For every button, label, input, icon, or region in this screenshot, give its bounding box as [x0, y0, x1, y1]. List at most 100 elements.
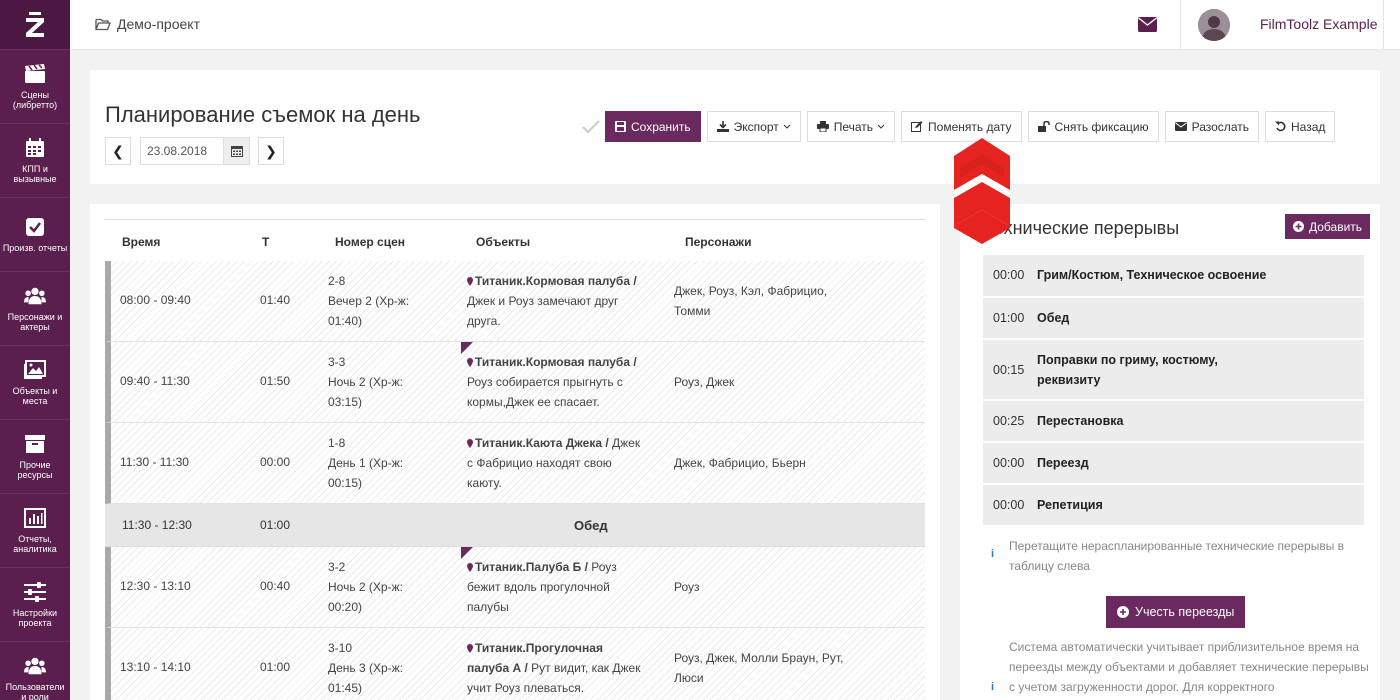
break-name: Грим/Костюм, Техническое освоение — [1037, 268, 1267, 282]
break-time: 00:00 — [993, 498, 1025, 512]
unlock-icon — [1037, 121, 1050, 132]
image-icon — [24, 359, 46, 381]
sidebar-item-analytics[interactable]: Отчеты, аналитика — [0, 494, 70, 568]
back-button[interactable]: Назад — [1264, 111, 1336, 142]
mail-icon[interactable] — [1138, 17, 1157, 35]
row-scene: 3-10 День 3 (Хр-ж: 01:45) — [328, 641, 404, 695]
row-time: 11:30 - 11:30 — [120, 455, 189, 469]
calendar-icon[interactable] — [223, 138, 249, 164]
page-title: Планирование съемок на день — [105, 102, 421, 127]
sidebar-item-kpp[interactable]: КПП и вызывные — [0, 124, 70, 198]
lunch-time: 11:30 - 12:30 — [122, 518, 192, 532]
break-name: Поправки по гриму, костюму, реквизиту — [1037, 353, 1218, 387]
download-icon — [716, 121, 729, 132]
avatar[interactable] — [1198, 9, 1230, 41]
table-row[interactable]: 09:40 - 11:30 01:50 3-3 Ночь 2 (Хр-ж: 03… — [105, 342, 925, 423]
undo-icon — [1274, 121, 1286, 132]
folder-open-icon — [95, 18, 111, 30]
row-object: Титаник.Кормовая палуба / Джек и Роуз за… — [467, 274, 637, 328]
next-day-button[interactable]: ❯ — [258, 137, 284, 165]
map-marker-icon — [467, 644, 473, 653]
sidebar-item-label: Сцены (либретто) — [12, 90, 58, 110]
date-navigator: ❮ 23.08.2018 ❯ — [105, 137, 284, 165]
sidebar-item-scenes[interactable]: Сцены (либретто) — [0, 50, 70, 124]
lunch-duration: 01:00 — [260, 518, 291, 532]
save-button[interactable]: Сохранить — [605, 111, 701, 142]
print-button[interactable]: Печать — [806, 111, 896, 142]
row-object: Титаник.Прогулочная палуба А / Рут видит… — [467, 641, 641, 695]
date-value: 23.08.2018 — [147, 144, 208, 158]
check-icon — [580, 119, 602, 134]
info-icon: i — [991, 681, 995, 693]
sidebar-item-label: Пользователи и роли — [5, 682, 65, 700]
checkbox-icon — [24, 216, 46, 238]
column-header: Объекты — [476, 235, 531, 249]
export-button[interactable]: Экспорт — [706, 111, 801, 142]
row-time: 09:40 - 11:30 — [120, 374, 190, 388]
send-button[interactable]: Разослать — [1164, 111, 1259, 142]
map-marker-icon — [467, 439, 473, 448]
prev-day-button[interactable]: ❮ — [105, 137, 131, 165]
archive-icon — [24, 433, 46, 455]
logo[interactable] — [0, 0, 70, 50]
lunch-row[interactable]: 11:30 - 12:30 01:00 Обед — [105, 504, 925, 547]
table-row[interactable]: 11:30 - 11:30 00:00 1-8 День 1 (Хр-ж: 00… — [105, 423, 925, 504]
table-row[interactable]: 08:00 - 09:40 01:40 2-8 Вечер 2 (Хр-ж: 0… — [105, 261, 925, 342]
row-time: 08:00 - 09:40 — [120, 293, 191, 307]
sidebar-item-label: Объекты и места — [12, 386, 58, 406]
break-item[interactable]: 01:00 Обед — [983, 298, 1364, 340]
row-duration: 01:40 — [260, 293, 291, 307]
sidebar-item-reports[interactable]: Произв. отчеты — [0, 198, 70, 272]
break-time: 00:00 — [993, 456, 1025, 470]
row-duration: 01:00 — [260, 660, 291, 674]
lunch-label: Обед — [574, 518, 608, 533]
map-marker-icon — [467, 358, 473, 367]
sidebar-item-label: Произв. отчеты — [2, 243, 68, 253]
sidebar: Сцены (либретто) КПП и вызывные Произв. … — [0, 0, 70, 700]
table-row[interactable]: 13:10 - 14:10 01:00 3-10 День 3 (Хр-ж: 0… — [105, 628, 925, 700]
tech-breaks-card: Технические перерывы Добавить 00:00 Грим… — [960, 204, 1380, 700]
sidebar-item-resources[interactable]: Прочие ресурсы — [0, 420, 70, 494]
unfix-button[interactable]: Снять фиксацию — [1027, 111, 1159, 142]
sidebar-item-characters[interactable]: Персонажи и актеры — [0, 272, 70, 346]
plus-circle-icon — [1117, 606, 1129, 618]
break-item[interactable]: 00:00 Репетиция — [983, 485, 1364, 527]
row-time: 13:10 - 14:10 — [120, 660, 191, 674]
add-break-button[interactable]: Добавить — [1285, 214, 1371, 239]
project-name: Демо-проект — [117, 16, 200, 32]
row-object: Титаник.Палуба Б / Роуз бежит вдоль прог… — [467, 560, 617, 614]
row-scene: 2-8 Вечер 2 (Хр-ж: 01:40) — [328, 274, 410, 328]
sidebar-item-label: КПП и вызывные — [13, 164, 57, 184]
row-scene: 3-3 Ночь 2 (Хр-ж: 03:15) — [328, 355, 403, 409]
row-object: Титаник.Кормовая палуба / Роуз собираетс… — [467, 355, 637, 409]
users-icon — [24, 655, 46, 677]
break-item[interactable]: 00:25 Перестановка — [983, 401, 1364, 443]
break-item[interactable]: 00:00 Грим/Костюм, Техническое освоение — [983, 255, 1364, 298]
row-persons: Джек, Роуз, Кэл, Фабрицио, Томми — [674, 284, 828, 318]
break-name: Перестановка — [1037, 414, 1124, 428]
print-icon — [816, 121, 829, 132]
plus-circle-icon — [1293, 221, 1304, 232]
table-row[interactable]: 12:30 - 13:10 00:40 3-2 Ночь 2 (Хр-ж: 00… — [105, 547, 925, 628]
info-icon: i — [991, 548, 995, 560]
row-persons: Роуз — [674, 580, 700, 594]
sidebar-item-users[interactable]: Пользователи и роли — [0, 642, 70, 700]
map-marker-icon — [467, 563, 473, 572]
project-link[interactable]: Демо-проект — [95, 16, 200, 32]
break-item[interactable]: 00:00 Переезд — [983, 443, 1364, 485]
sidebar-item-locations[interactable]: Объекты и места — [0, 346, 70, 420]
row-duration: 01:50 — [260, 374, 291, 388]
break-item[interactable]: 00:15 Поправки по гриму, костюму, реквиз… — [983, 340, 1364, 401]
account-transfers-button[interactable]: Учесть переезды — [1106, 596, 1246, 628]
sidebar-item-label: Отчеты, аналитика — [13, 534, 57, 554]
date-field[interactable]: 23.08.2018 — [140, 137, 250, 165]
break-time: 01:00 — [993, 311, 1025, 325]
floppy-icon — [615, 121, 626, 132]
sidebar-item-settings[interactable]: Настройки проекта — [0, 568, 70, 642]
column-header: Время — [122, 235, 161, 249]
arrow-up-icon — [954, 138, 1010, 247]
break-name: Обед — [1037, 311, 1070, 325]
row-scene: 1-8 День 1 (Хр-ж: 00:15) — [328, 436, 404, 490]
calendar-icon — [24, 137, 46, 159]
user-name[interactable]: FilmToolz Example — [1260, 16, 1377, 32]
